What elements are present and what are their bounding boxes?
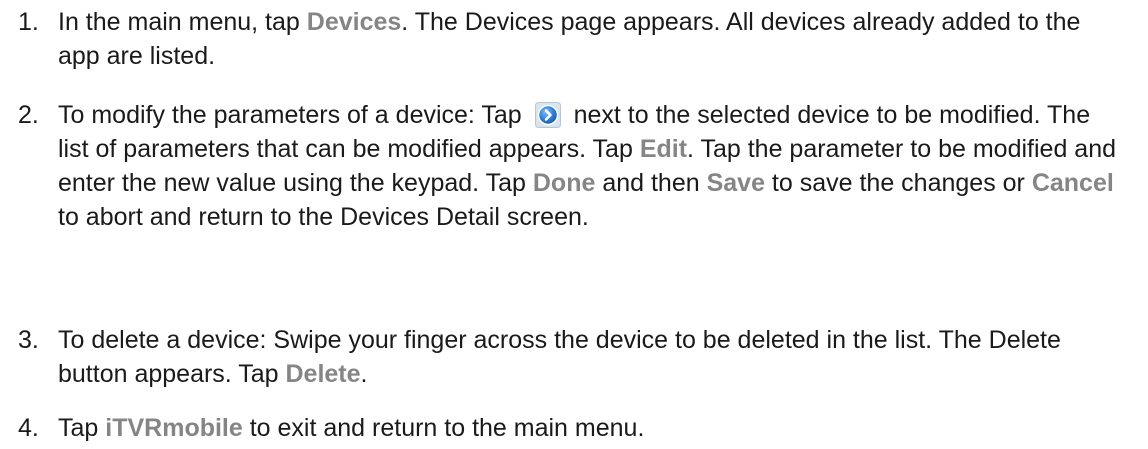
keyword-cancel: Cancel	[1031, 169, 1114, 197]
step-text: In the main menu, tap Devices. The Devic…	[58, 5, 1118, 73]
step-2: 2. To modify the parameters of a device:…	[18, 98, 1118, 234]
keyword-done: Done	[532, 169, 596, 197]
step-text: To delete a device: Swipe your finger ac…	[58, 323, 1118, 391]
step-text-segment: to save the changes or	[764, 169, 1032, 197]
step-1: 1. In the main menu, tap Devices. The De…	[18, 5, 1118, 73]
step-number: 3.	[18, 326, 39, 354]
step-3: 3. To delete a device: Swipe your finger…	[18, 323, 1118, 391]
step-number: 2.	[18, 101, 39, 129]
step-text-segment: To delete a device: Swipe your finger ac…	[58, 326, 1061, 388]
step-text-segment: Tap	[58, 414, 106, 442]
step-text-segment: to abort and return to the Devices Detai…	[58, 203, 589, 231]
step-4: 4. Tap iTVRmobile to exit and return to …	[18, 411, 1118, 445]
keyword-delete: Delete	[285, 360, 361, 388]
step-text-segment: to exit and return to the main menu.	[242, 414, 645, 442]
forward-arrow-icon	[534, 102, 561, 128]
instruction-document: 1. In the main menu, tap Devices. The De…	[0, 0, 1148, 449]
step-number: 1.	[18, 8, 39, 36]
step-text-segment: .	[360, 360, 368, 388]
keyword-edit: Edit	[639, 135, 688, 163]
keyword-itvrmobile: iTVRmobile	[105, 414, 243, 442]
step-text-segment: To modify the parameters of a device: Ta…	[58, 101, 529, 129]
keyword-save: Save	[706, 169, 765, 197]
step-number: 4.	[18, 414, 39, 442]
step-text-segment: In the main menu, tap	[58, 8, 307, 36]
step-text: Tap iTVRmobile to exit and return to the…	[58, 411, 1118, 445]
step-text-segment: and then	[595, 169, 707, 197]
keyword-devices: Devices	[306, 8, 402, 36]
step-text: To modify the parameters of a device: Ta…	[58, 98, 1118, 234]
